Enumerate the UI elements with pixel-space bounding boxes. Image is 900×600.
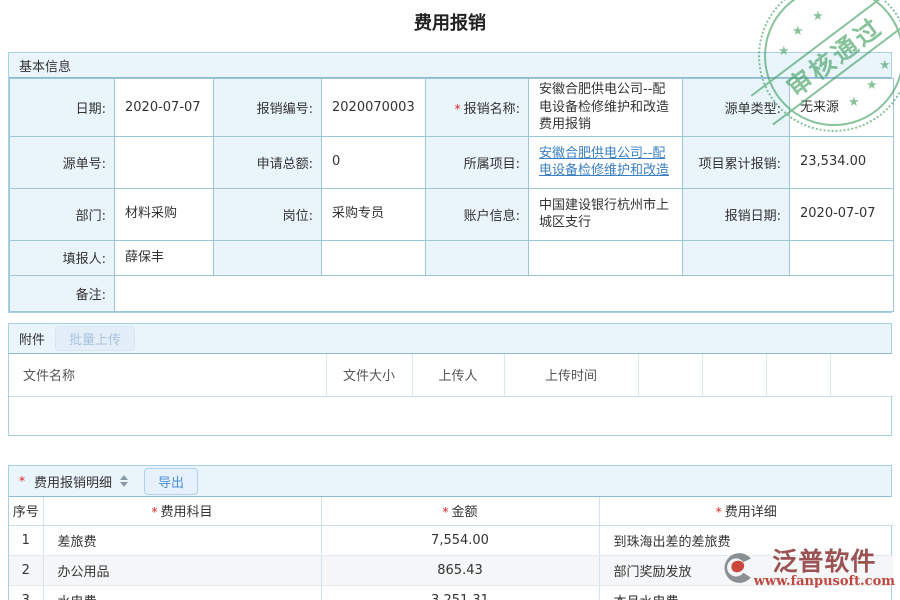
project-label: 所属项目: <box>426 136 529 188</box>
expense-date-label: 报销日期: <box>683 188 790 240</box>
subject-header: *费用科目 <box>43 497 321 525</box>
table-row: 1 差旅费 7,554.00 到珠海出差的差旅费 <box>9 525 893 555</box>
export-button[interactable]: 导出 <box>144 468 198 495</box>
row-detail: 到珠海出差的差旅费 <box>599 525 893 555</box>
remark-label: 备注: <box>10 275 115 311</box>
source-no-value <box>115 136 214 188</box>
expense-no-value: 2020070003 <box>322 79 426 137</box>
empty-label-cell <box>426 240 529 275</box>
required-asterisk: * <box>455 102 461 116</box>
date-value: 2020-07-07 <box>115 79 214 137</box>
expense-details-panel: * 费用报销明细 导出 序号 *费用科目 *金额 *费用详细 1 差旅费 7,5… <box>8 465 892 600</box>
empty-value-cell <box>529 240 683 275</box>
attachments-header: 附件 批量上传 <box>9 324 891 354</box>
attachment-header-empty <box>766 354 830 397</box>
expense-details-title: 费用报销明细 <box>34 472 112 491</box>
account-info-label: 账户信息: <box>426 188 529 240</box>
attachments-title: 附件 <box>19 329 45 348</box>
attachment-header-empty <box>830 354 893 397</box>
table-row: 3 水电费 3,251.31 本月水电费 <box>9 585 893 600</box>
row-no: 3 <box>9 585 43 600</box>
row-subject: 差旅费 <box>43 525 321 555</box>
row-subject: 水电费 <box>43 585 321 600</box>
date-label: 日期: <box>10 79 115 137</box>
expense-details-header: * 费用报销明细 导出 <box>9 466 891 497</box>
sort-icon[interactable] <box>120 475 128 487</box>
basic-info-form: 日期: 2020-07-07 报销编号: 2020070003 *报销名称: 安… <box>9 78 894 312</box>
required-asterisk: * <box>19 474 25 488</box>
row-amount: 7,554.00 <box>321 525 599 555</box>
source-type-label: 源单类型: <box>683 79 790 137</box>
no-header: 序号 <box>9 497 43 525</box>
row-amount: 3,251.31 <box>321 585 599 600</box>
table-row: 2 办公用品 865.43 部门奖励发放 <box>9 555 893 585</box>
row-detail: 本月水电费 <box>599 585 893 600</box>
expense-date-value: 2020-07-07 <box>790 188 894 240</box>
apply-total-value: 0 <box>322 136 426 188</box>
expense-name-value: 安徽合肥供电公司--配电设备检修维护和改造费用报销 <box>529 79 683 137</box>
required-asterisk: * <box>716 505 722 519</box>
department-label: 部门: <box>10 188 115 240</box>
project-total-value: 23,534.00 <box>790 136 894 188</box>
attachments-panel: 附件 批量上传 文件名称 文件大小 上传人 上传时间 <box>8 323 892 437</box>
attachments-empty-area <box>9 397 891 435</box>
basic-info-panel: 基本信息 日期: 2020-07-07 报销编号: 2020070003 *报销… <box>8 52 892 313</box>
filler-label: 填报人: <box>10 240 115 275</box>
amount-header: *金额 <box>321 497 599 525</box>
filler-value: 薛保丰 <box>115 240 214 275</box>
remark-value <box>115 275 894 311</box>
source-type-value: 无来源 <box>790 79 894 137</box>
basic-info-header: 基本信息 <box>9 53 891 78</box>
expense-no-label: 报销编号: <box>214 79 322 137</box>
project-total-label: 项目累计报销: <box>683 136 790 188</box>
position-value: 采购专员 <box>322 188 426 240</box>
empty-label-cell <box>683 240 790 275</box>
department-value: 材料采购 <box>115 188 214 240</box>
project-value-cell: 安徽合肥供电公司--配电设备检修维护和改造 <box>529 136 683 188</box>
attachments-table: 文件名称 文件大小 上传人 上传时间 <box>9 354 893 398</box>
row-subject: 办公用品 <box>43 555 321 585</box>
attachment-header-empty <box>638 354 702 397</box>
expense-name-label: *报销名称: <box>426 79 529 137</box>
row-detail: 部门奖励发放 <box>599 555 893 585</box>
apply-total-label: 申请总额: <box>214 136 322 188</box>
batch-upload-button[interactable]: 批量上传 <box>55 326 135 351</box>
required-asterisk: * <box>442 505 448 519</box>
attachment-header-empty <box>702 354 766 397</box>
basic-info-title: 基本信息 <box>19 56 71 75</box>
position-label: 岗位: <box>214 188 322 240</box>
empty-label-cell <box>214 240 322 275</box>
detail-header: *费用详细 <box>599 497 893 525</box>
source-no-label: 源单号: <box>10 136 115 188</box>
row-amount: 865.43 <box>321 555 599 585</box>
empty-value-cell <box>790 240 894 275</box>
project-link[interactable]: 安徽合肥供电公司--配电设备检修维护和改造 <box>539 146 669 179</box>
file-name-header: 文件名称 <box>9 354 326 397</box>
required-asterisk: * <box>151 505 157 519</box>
upload-time-header: 上传时间 <box>504 354 638 397</box>
uploader-header: 上传人 <box>412 354 504 397</box>
row-no: 2 <box>9 555 43 585</box>
file-size-header: 文件大小 <box>326 354 412 397</box>
row-no: 1 <box>9 525 43 555</box>
page-title: 费用报销 <box>0 0 900 52</box>
empty-value-cell <box>322 240 426 275</box>
expense-details-table: 序号 *费用科目 *金额 *费用详细 1 差旅费 7,554.00 到珠海出差的… <box>9 497 893 600</box>
account-info-value: 中国建设银行杭州市上城区支行 <box>529 188 683 240</box>
